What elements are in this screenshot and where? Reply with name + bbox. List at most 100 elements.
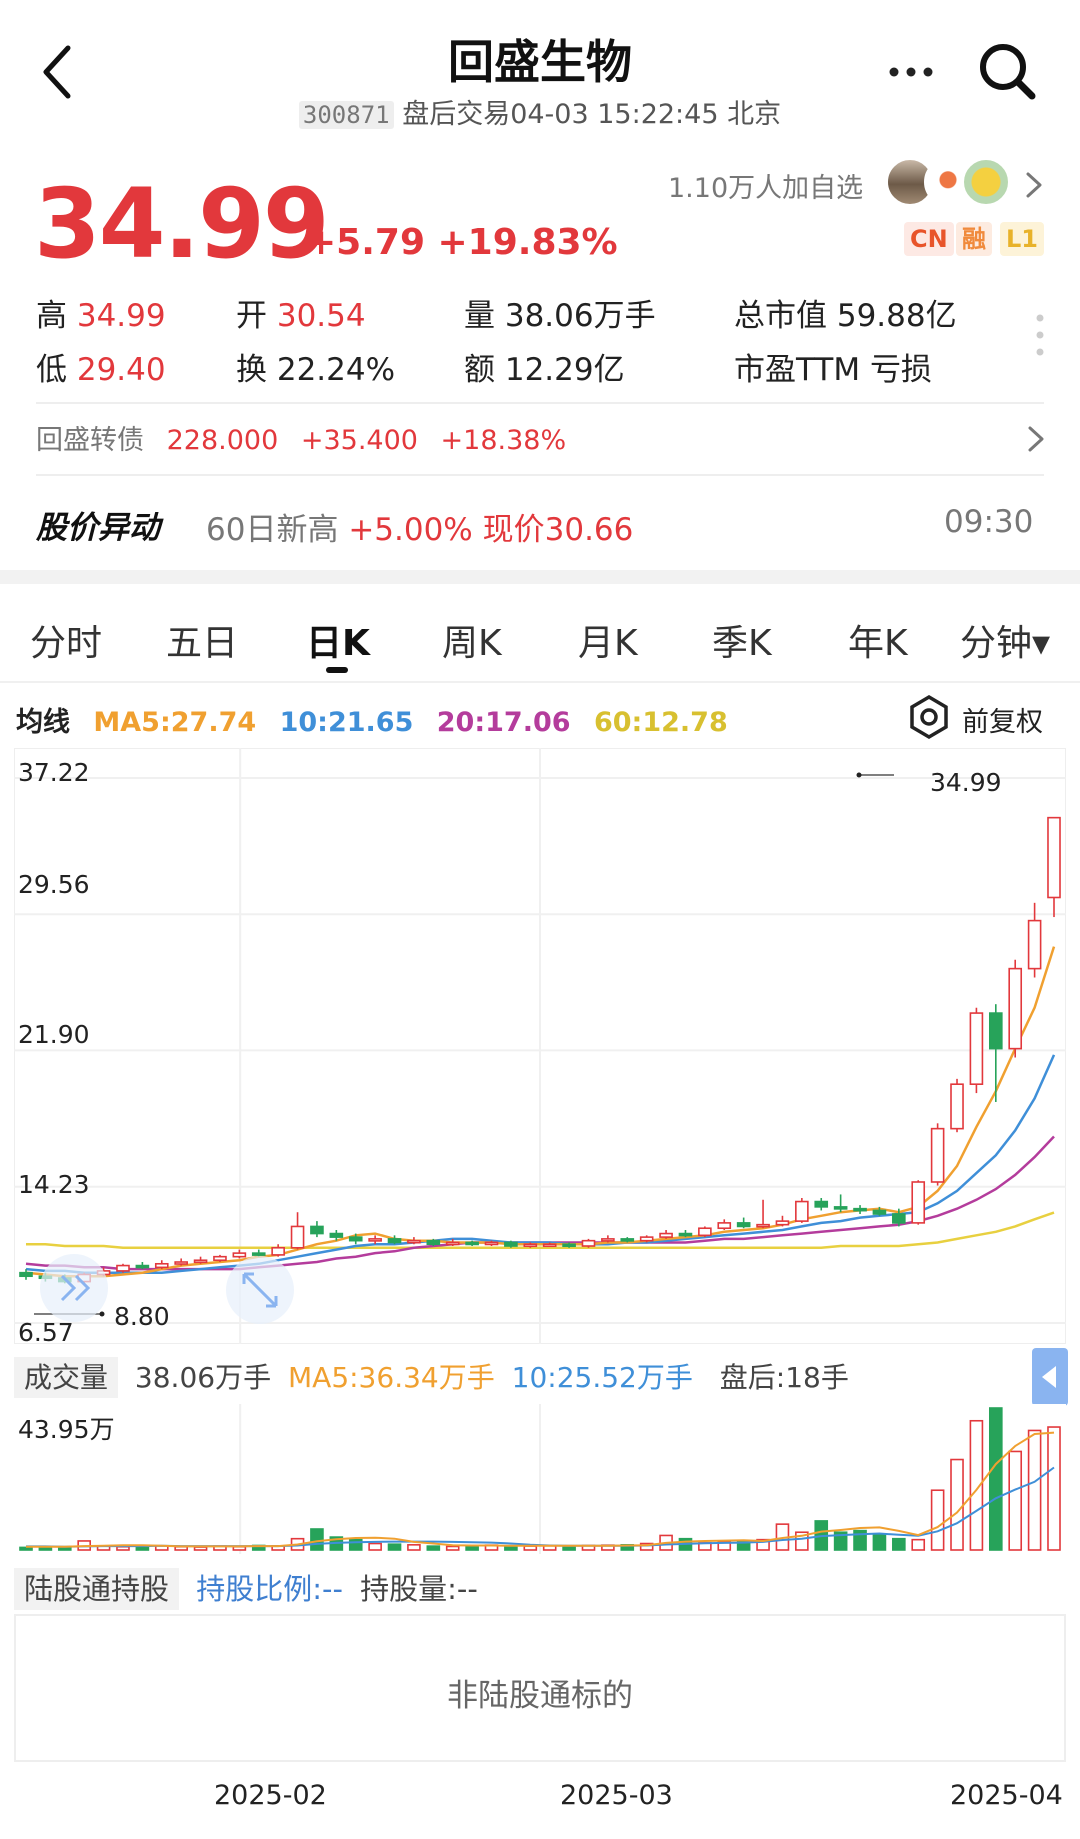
stat-high: 高 34.99 bbox=[36, 298, 166, 334]
candle-body bbox=[853, 1207, 867, 1212]
candle-body bbox=[310, 1225, 324, 1235]
candle-body bbox=[407, 1239, 421, 1244]
hk-connect-ratio: 持股比例:-- bbox=[196, 1572, 343, 1606]
active-tab-indicator bbox=[326, 667, 348, 673]
y-tick-label: 14.23 bbox=[18, 1170, 90, 1199]
candle-body bbox=[135, 1264, 150, 1269]
x-date-label: 2025-04 bbox=[950, 1780, 1063, 1811]
hk-connect-legend[interactable]: 陆股通持股 持股比例:-- 持股量:-- bbox=[14, 1566, 478, 1610]
volume-bar bbox=[872, 1533, 887, 1551]
volume-bar bbox=[930, 1489, 945, 1551]
candle-body bbox=[426, 1239, 441, 1246]
hk-connect-label: 陆股通持股 bbox=[14, 1568, 180, 1610]
watchlist-count[interactable]: 1.10万人加自选 bbox=[668, 166, 863, 205]
ma5-value: MA5:27.74 bbox=[93, 707, 257, 738]
collapse-panel-icon[interactable] bbox=[1032, 1348, 1068, 1406]
candle-body bbox=[154, 1262, 169, 1269]
section-separator bbox=[0, 570, 1080, 584]
candle-body bbox=[581, 1239, 596, 1247]
volume-bar bbox=[38, 1546, 53, 1551]
more-options-icon[interactable] bbox=[886, 52, 936, 92]
candle bbox=[911, 1180, 926, 1225]
candlestick-chart[interactable] bbox=[14, 748, 1066, 1344]
candle-body bbox=[348, 1236, 363, 1242]
candle bbox=[969, 1007, 984, 1094]
candle-body bbox=[445, 1241, 460, 1246]
candle-body bbox=[892, 1213, 906, 1224]
candle-body bbox=[1047, 816, 1061, 899]
tab-weekly-k[interactable]: 周K bbox=[442, 614, 502, 666]
hk-connect-message: 非陆股通标的 bbox=[447, 1678, 633, 1714]
candle-body bbox=[116, 1264, 130, 1272]
volume-bar bbox=[19, 1546, 33, 1551]
candle-body bbox=[193, 1259, 208, 1264]
candle-body bbox=[620, 1238, 635, 1242]
volume-bar bbox=[426, 1545, 441, 1551]
candle-body bbox=[213, 1255, 227, 1262]
ma20-value: 20:17.06 bbox=[436, 707, 571, 738]
candle-body bbox=[387, 1238, 402, 1244]
candle-body bbox=[484, 1241, 499, 1246]
hk-connect-amount: 持股量:-- bbox=[360, 1572, 478, 1606]
divider bbox=[0, 681, 1080, 683]
volume-bar bbox=[387, 1543, 402, 1551]
candle-body bbox=[542, 1243, 557, 1248]
ma-label: 均线 bbox=[16, 707, 70, 738]
more-vertical-icon[interactable] bbox=[1034, 312, 1046, 358]
tag-l1: L1 bbox=[1000, 222, 1044, 256]
convertible-bond-row[interactable]: 回盛转债 228.000 +35.400 +18.38% bbox=[36, 418, 566, 457]
bond-pct: +18.38% bbox=[440, 425, 567, 456]
divider bbox=[36, 474, 1044, 476]
candle-body bbox=[368, 1238, 382, 1242]
tab-intraday[interactable]: 分时 bbox=[30, 614, 102, 666]
chevron-right-icon[interactable] bbox=[1024, 170, 1044, 200]
chevron-right-icon[interactable] bbox=[1026, 424, 1046, 454]
tab-quarterly-k[interactable]: 季K bbox=[712, 614, 772, 666]
tab-monthly-k[interactable]: 月K bbox=[578, 614, 638, 666]
candle-body bbox=[523, 1243, 538, 1248]
adjust-settings-icon[interactable] bbox=[906, 694, 952, 740]
price-adjustment-toggle[interactable]: 前复权 bbox=[962, 700, 1043, 739]
candle bbox=[426, 1238, 441, 1247]
y-tick-label: 6.57 bbox=[18, 1318, 74, 1347]
follower-avatars[interactable] bbox=[886, 158, 1012, 208]
volume-ma10: 10:25.52万手 bbox=[511, 1361, 693, 1394]
trading-status-line: 300871 盘后交易04-03 15:22:45 北京 bbox=[0, 92, 1080, 131]
stat-market-cap: 总市值 59.88亿 bbox=[734, 298, 957, 334]
price-alert-text[interactable]: 60日新高 +5.00% 现价30.66 bbox=[206, 504, 633, 549]
tab-yearly-k[interactable]: 年K bbox=[848, 614, 908, 666]
search-icon[interactable] bbox=[976, 40, 1040, 104]
candle bbox=[504, 1240, 518, 1248]
tag-cn: CN bbox=[904, 222, 954, 256]
volume-bar bbox=[988, 1407, 1003, 1551]
candle-body bbox=[736, 1222, 751, 1228]
ma-legend[interactable]: 均线 MA5:27.74 10:21.65 20:17.06 60:12.78 bbox=[16, 700, 742, 739]
volume-legend[interactable]: 成交量 38.06万手 MA5:36.34万手 10:25.52万手 盘后:18… bbox=[14, 1356, 1066, 1402]
tab-minute[interactable]: 分钟▾ bbox=[960, 614, 1050, 666]
x-date-label: 2025-03 bbox=[560, 1780, 673, 1811]
candle-body bbox=[814, 1200, 829, 1208]
candle-body bbox=[756, 1223, 770, 1228]
volume-bar bbox=[1027, 1429, 1042, 1551]
candle bbox=[116, 1263, 130, 1273]
candle-body bbox=[872, 1209, 887, 1215]
candle-body bbox=[1027, 919, 1042, 970]
trading-status-text: 盘后交易04-03 15:22:45 北京 bbox=[402, 99, 782, 130]
tab-daily-k[interactable]: 日K bbox=[306, 614, 370, 666]
candle-body bbox=[969, 1012, 984, 1085]
bond-change: +35.400 bbox=[300, 425, 418, 456]
candle bbox=[930, 1123, 945, 1186]
candle-body bbox=[911, 1181, 926, 1224]
volume-chart[interactable] bbox=[14, 1404, 1066, 1554]
volume-bar bbox=[911, 1538, 926, 1551]
candle-body bbox=[1008, 967, 1023, 1050]
stock-code: 300871 bbox=[298, 101, 394, 129]
current-price: 34.99 bbox=[34, 168, 330, 280]
candle-body bbox=[678, 1232, 693, 1237]
tab-five-day[interactable]: 五日 bbox=[166, 614, 238, 666]
volume-bar bbox=[116, 1545, 130, 1551]
volume-bar bbox=[1047, 1426, 1061, 1551]
volume-ma5: MA5:36.34万手 bbox=[288, 1361, 495, 1394]
x-date-label: 2025-02 bbox=[214, 1780, 327, 1811]
y-tick-label: 37.22 bbox=[18, 758, 90, 787]
